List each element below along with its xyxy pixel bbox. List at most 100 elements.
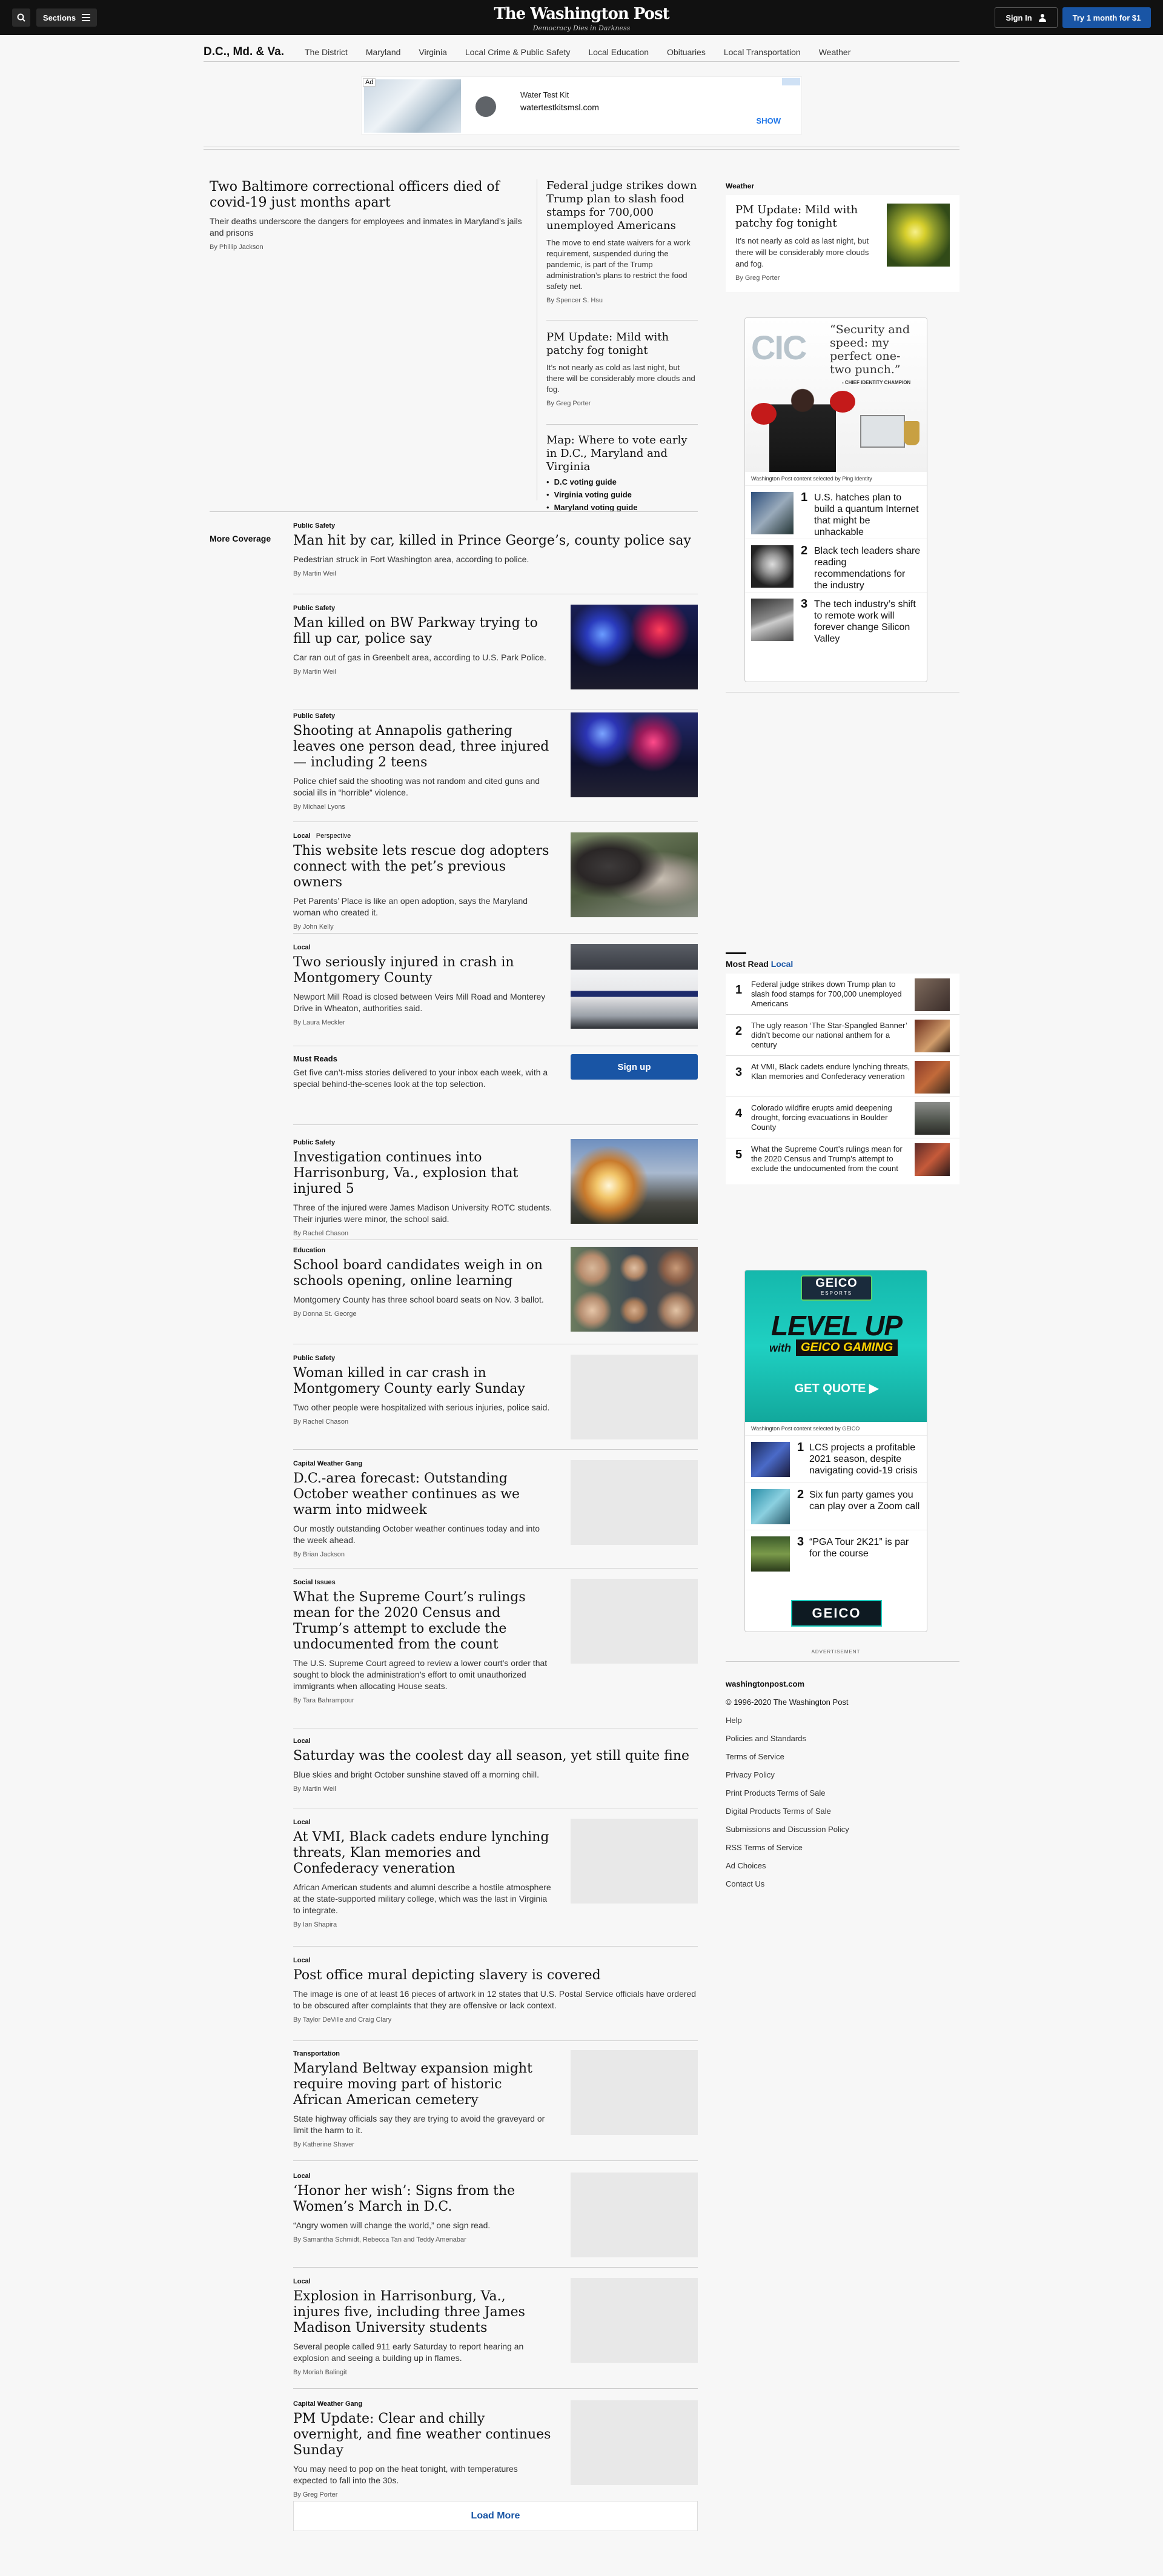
ad-story[interactable]: 1 LCS projects a profitable 2021 season,… bbox=[745, 1435, 927, 1482]
ad-story[interactable]: 3 “PGA Tour 2K21” is par for the course bbox=[745, 1530, 927, 1577]
story-headline[interactable]: Investigation continues into Harrisonbur… bbox=[293, 1150, 554, 1197]
story-author[interactable]: Greg Porter bbox=[303, 2491, 337, 2498]
story-author[interactable]: John Kelly bbox=[303, 923, 334, 931]
story-headline[interactable]: Man killed on BW Parkway trying to fill … bbox=[293, 616, 554, 647]
lead-author[interactable]: Phillip Jackson bbox=[219, 244, 263, 251]
story-thumbnail-placeholder[interactable] bbox=[571, 2400, 698, 2485]
footer-site-link[interactable]: washingtonpost.com bbox=[726, 1679, 959, 1688]
footer-link-submissions[interactable]: Submissions and Discussion Policy bbox=[726, 1825, 959, 1834]
story-author[interactable]: Ian Shapira bbox=[303, 1921, 337, 1928]
footer-link-privacy[interactable]: Privacy Policy bbox=[726, 1770, 959, 1779]
most-read-item[interactable]: 4 Colorado wildfire erupts amid deepening… bbox=[726, 1097, 959, 1138]
story-headline[interactable]: D.C.-area forecast: Outstanding October … bbox=[293, 1471, 554, 1518]
footer-link-policies[interactable]: Policies and Standards bbox=[726, 1734, 959, 1743]
top-story-headline[interactable]: Federal judge strikes down Trump plan to… bbox=[546, 179, 698, 233]
voting-guide-link[interactable]: D.C voting guide bbox=[546, 477, 698, 486]
story-headline[interactable]: PM Update: Clear and chilly overnight, a… bbox=[293, 2411, 554, 2458]
ad-story-headline[interactable]: LCS projects a profitable 2021 season, d… bbox=[809, 1442, 921, 1476]
top-story-author[interactable]: Spencer S. Hsu bbox=[556, 297, 603, 304]
top-ad-banner[interactable]: Ad Water Test Kit watertestkitsmsl.com S… bbox=[361, 76, 802, 134]
voting-guide-link[interactable]: Maryland voting guide bbox=[546, 503, 698, 512]
story-headline[interactable]: Two seriously injured in crash in Montgo… bbox=[293, 955, 554, 986]
story-headline[interactable]: School board candidates weigh in on scho… bbox=[293, 1258, 554, 1289]
story-headline[interactable]: Explosion in Harrisonburg, Va., injures … bbox=[293, 2289, 554, 2336]
ad-story-headline[interactable]: U.S. hatches plan to build a quantum Int… bbox=[814, 492, 921, 538]
footer-link-terms[interactable]: Terms of Service bbox=[726, 1752, 959, 1761]
footer-link-digital-terms[interactable]: Digital Products Terms of Sale bbox=[726, 1807, 959, 1816]
most-read-item[interactable]: 3 At VMI, Black cadets endure lynching th… bbox=[726, 1056, 959, 1097]
section-title[interactable]: D.C., Md. & Va. bbox=[204, 45, 284, 59]
nav-item-maryland[interactable]: Maryland bbox=[366, 47, 401, 57]
ad-story[interactable]: 1 U.S. hatches plan to build a quantum I… bbox=[745, 485, 927, 539]
nav-item-local-transportation[interactable]: Local Transportation bbox=[724, 47, 801, 57]
most-read-headline[interactable]: Federal judge strikes down Trump plan to… bbox=[751, 980, 915, 1009]
top-story-headline[interactable]: Map: Where to vote early in D.C., Maryla… bbox=[546, 434, 698, 474]
story-author[interactable]: Martin Weil bbox=[303, 570, 336, 577]
lead-headline[interactable]: Two Baltimore correctional officers died… bbox=[210, 179, 527, 211]
story-author[interactable]: Laura Meckler bbox=[303, 1019, 345, 1026]
story-kicker[interactable]: Local bbox=[293, 1738, 698, 1745]
story-headline[interactable]: Post office mural depicting slavery is c… bbox=[293, 1968, 698, 1983]
ad-story[interactable]: 2 Six fun party games you can play over … bbox=[745, 1482, 927, 1530]
story-kicker[interactable]: Local bbox=[293, 1957, 698, 1964]
story-author[interactable]: Tara Bahrampour bbox=[303, 1697, 354, 1704]
search-button[interactable] bbox=[12, 8, 30, 27]
story-author[interactable]: Martin Weil bbox=[303, 668, 336, 676]
ad-story-headline[interactable]: Six fun party games you can play over a … bbox=[809, 1489, 921, 1512]
footer-link-help[interactable]: Help bbox=[726, 1716, 959, 1725]
story-thumbnail[interactable] bbox=[571, 605, 698, 689]
story-thumbnail[interactable] bbox=[571, 832, 698, 917]
story-thumbnail[interactable] bbox=[571, 712, 698, 797]
ad-cta-button[interactable]: GET QUOTE ▶ bbox=[745, 1381, 927, 1396]
most-read-item[interactable]: 2 The ugly reason ‘The Star-Spangled Bann… bbox=[726, 1015, 959, 1056]
nav-item-obituaries[interactable]: Obituaries bbox=[667, 47, 706, 57]
story-headline[interactable]: This website lets rescue dog adopters co… bbox=[293, 843, 554, 891]
story-author[interactable]: Martin Weil bbox=[303, 1785, 336, 1793]
most-read-headline[interactable]: At VMI, Black cadets endure lynching thr… bbox=[751, 1062, 915, 1081]
most-read-item[interactable]: 1 Federal judge strikes down Trump plan t… bbox=[726, 974, 959, 1015]
story-thumbnail-placeholder[interactable] bbox=[571, 1819, 698, 1904]
sections-button[interactable]: Sections bbox=[36, 8, 97, 27]
ad-story-headline[interactable]: The tech industry’s shift to remote work… bbox=[814, 599, 921, 645]
weather-label[interactable]: Weather bbox=[726, 182, 959, 190]
story-author[interactable]: Brian Jackson bbox=[303, 1551, 345, 1558]
nav-item-the-district[interactable]: The District bbox=[305, 47, 348, 57]
weather-thumbnail[interactable] bbox=[887, 204, 950, 267]
story-author[interactable]: Michael Lyons bbox=[303, 803, 345, 811]
story-author[interactable]: Moriah Balingit bbox=[303, 2369, 347, 2376]
voting-guide-link[interactable]: Virginia voting guide bbox=[546, 490, 698, 499]
story-thumbnail[interactable] bbox=[571, 944, 698, 1029]
story-headline[interactable]: ‘Honor her wish’: Signs from the Women’s… bbox=[293, 2183, 554, 2215]
story-thumbnail[interactable] bbox=[571, 1139, 698, 1224]
most-read-headline[interactable]: What the Supreme Court’s rulings mean fo… bbox=[751, 1144, 915, 1173]
footer-link-contact[interactable]: Contact Us bbox=[726, 1879, 959, 1888]
sign-in-button[interactable]: Sign In bbox=[995, 7, 1058, 28]
subscribe-button[interactable]: Try 1 month for $1 bbox=[1062, 7, 1151, 28]
ad-show-button[interactable]: SHOW bbox=[757, 116, 781, 125]
story-author[interactable]: Taylor DeVille and Craig Clary bbox=[303, 2016, 392, 2023]
story-headline[interactable]: Man hit by car, killed in Prince George’… bbox=[293, 533, 698, 549]
story-headline[interactable]: Woman killed in car crash in Montgomery … bbox=[293, 1366, 554, 1397]
nav-item-weather[interactable]: Weather bbox=[819, 47, 851, 57]
nav-item-local-education[interactable]: Local Education bbox=[588, 47, 649, 57]
nav-item-virginia[interactable]: Virginia bbox=[419, 47, 446, 57]
footer-link-ad-choices[interactable]: Ad Choices bbox=[726, 1861, 959, 1870]
most-read-section-link[interactable]: Local bbox=[771, 959, 794, 969]
most-read-headline[interactable]: The ugly reason ‘The Star-Spangled Banne… bbox=[751, 1021, 915, 1050]
weather-headline[interactable]: PM Update: Mild with patchy fog tonight bbox=[735, 204, 875, 230]
footer-link-print-terms[interactable]: Print Products Terms of Sale bbox=[726, 1788, 959, 1798]
story-kicker[interactable]: Public Safety bbox=[293, 522, 698, 529]
ad-title[interactable]: Water Test Kit bbox=[520, 90, 569, 99]
ad-url[interactable]: watertestkitsmsl.com bbox=[520, 102, 599, 112]
logo-wordmark[interactable]: The Washington Post bbox=[460, 5, 703, 23]
most-read-headline[interactable]: Colorado wildfire erupts amid deepening … bbox=[751, 1103, 915, 1132]
story-kicker-section[interactable]: Local bbox=[293, 832, 311, 840]
sponsored-ad-geico[interactable]: GEICO ESPORTS LEVEL UP with GEICO GAMING… bbox=[744, 1270, 927, 1632]
story-headline[interactable]: Maryland Beltway expansion might require… bbox=[293, 2061, 554, 2108]
story-thumbnail-placeholder[interactable] bbox=[571, 2173, 698, 2257]
newsletter-signup-button[interactable]: Sign up bbox=[571, 1054, 698, 1080]
load-more-button[interactable]: Load More bbox=[293, 2501, 698, 2531]
ad-story-headline[interactable]: Black tech leaders share reading recomme… bbox=[814, 545, 921, 591]
ad-choices-icon[interactable] bbox=[782, 78, 800, 85]
story-headline[interactable]: What the Supreme Court’s rulings mean fo… bbox=[293, 1590, 554, 1653]
